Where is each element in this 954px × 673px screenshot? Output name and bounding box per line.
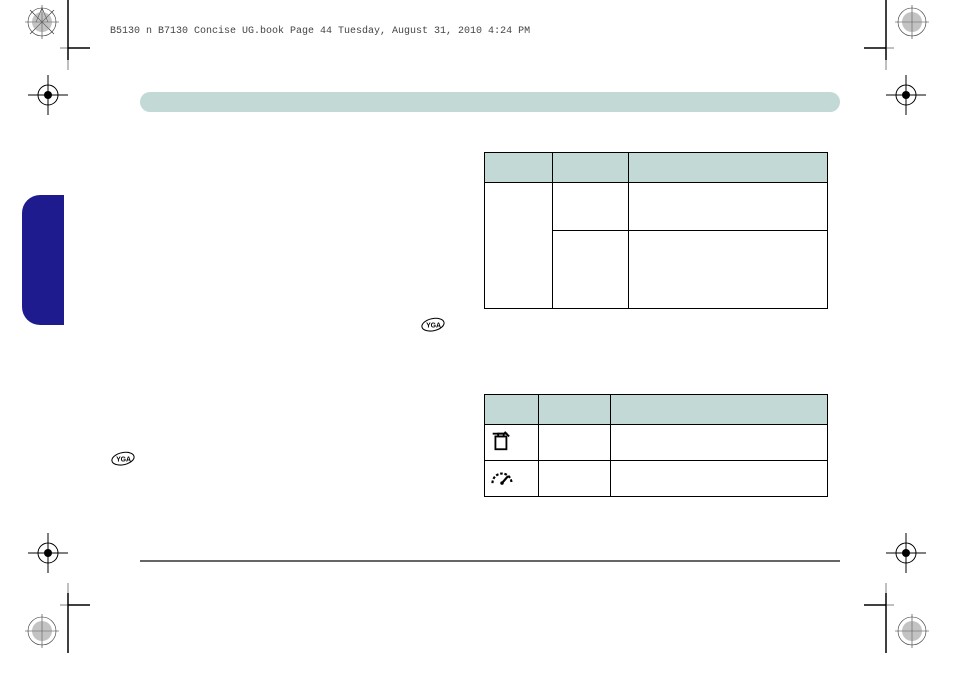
t1-header-3 — [628, 153, 827, 183]
section-banner — [140, 92, 840, 112]
t2-cell-2-3 — [610, 461, 827, 497]
t2-header-3 — [610, 395, 827, 425]
vga-icon: YGA — [420, 316, 446, 334]
registration-mark-tr — [864, 0, 934, 70]
t1-header-1 — [485, 153, 553, 183]
registration-mark-bl — [20, 583, 90, 653]
spec-table-2 — [484, 394, 828, 497]
t1-cell-1-3 — [628, 183, 827, 231]
t1-cell-2-2 — [552, 231, 628, 309]
t1-cell-2-3 — [628, 231, 827, 309]
vga-icon: YGA — [110, 450, 136, 468]
svg-text:YGA: YGA — [426, 322, 441, 329]
gauge-icon — [489, 469, 515, 485]
t2-cell-1-1 — [485, 425, 539, 461]
svg-text:YGA: YGA — [116, 456, 131, 463]
crosshair-mark — [28, 75, 68, 115]
page-header-line: B5130 n B7130 Concise UG.book Page 44 Tu… — [110, 26, 530, 37]
crosshair-mark — [28, 533, 68, 573]
t2-cell-1-3 — [610, 425, 827, 461]
registration-mark-tl — [20, 0, 90, 70]
t2-cell-2-2 — [538, 461, 610, 497]
t1-header-2 — [552, 153, 628, 183]
crosshair-mark — [886, 75, 926, 115]
crosshair-mark — [886, 533, 926, 573]
battery-icon — [489, 430, 511, 452]
registration-mark-br — [864, 583, 934, 653]
footer-rule — [140, 560, 840, 562]
t2-cell-2-1 — [485, 461, 539, 497]
t1-cell-icon: YGA — [485, 183, 553, 309]
t1-cell-1-2 — [552, 183, 628, 231]
t2-header-2 — [538, 395, 610, 425]
t2-cell-1-2 — [538, 425, 610, 461]
t2-header-1 — [485, 395, 539, 425]
spec-table-1: YGA — [484, 152, 828, 309]
side-tab — [22, 195, 64, 325]
